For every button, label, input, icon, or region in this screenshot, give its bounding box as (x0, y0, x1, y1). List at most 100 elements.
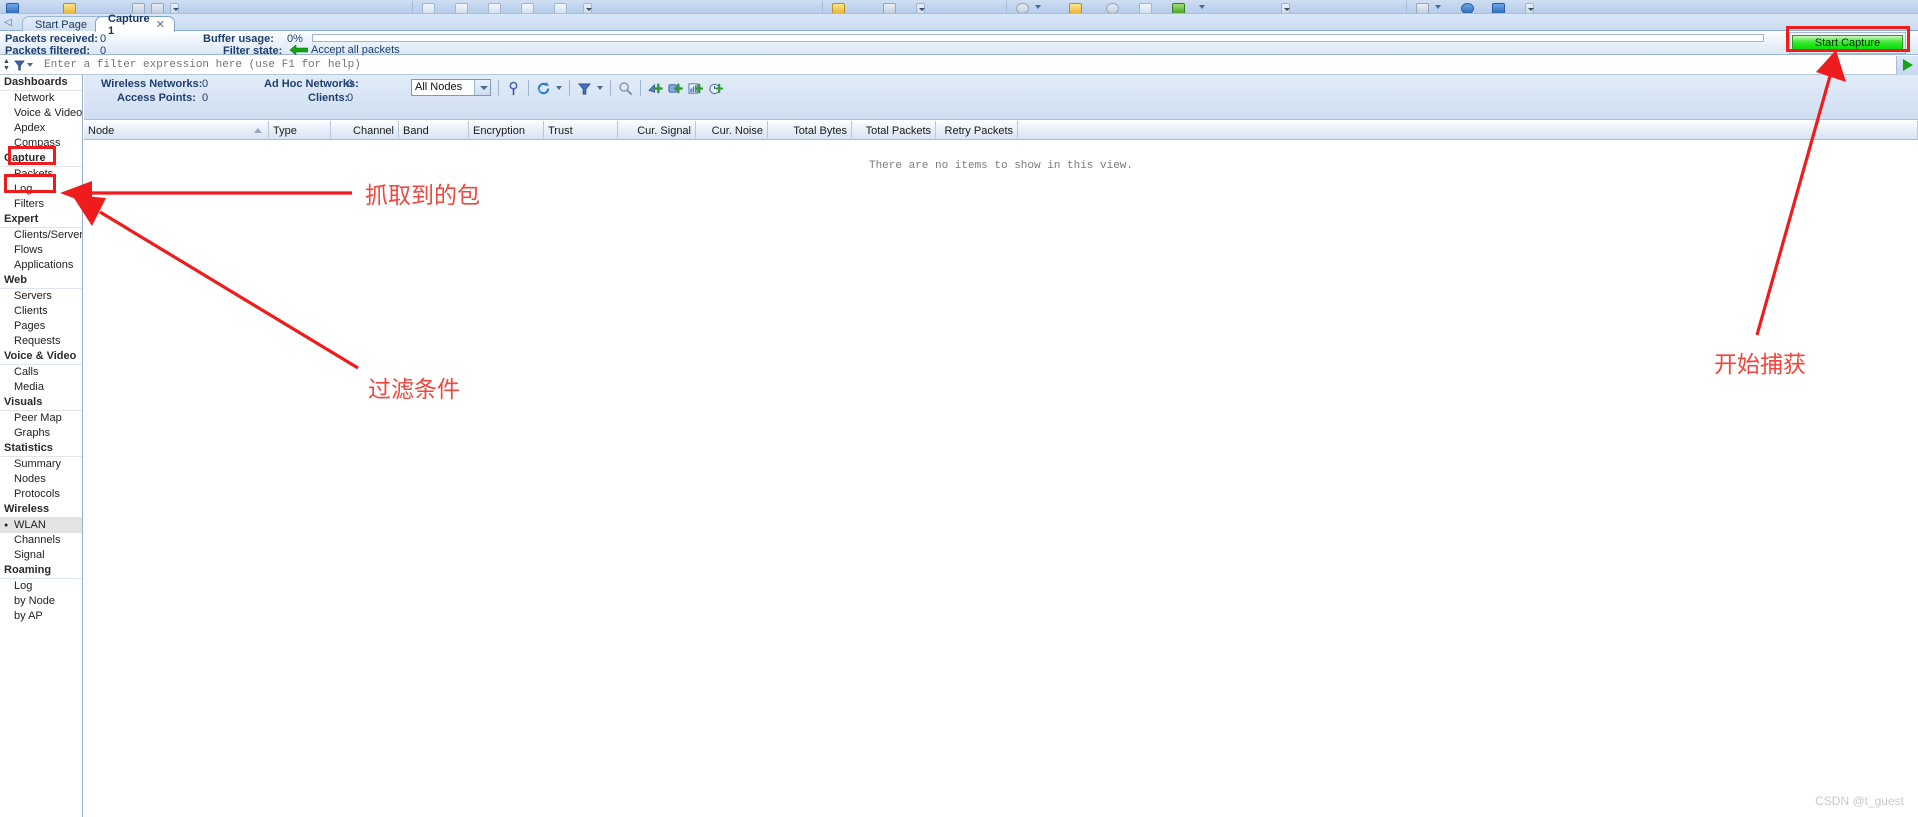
spinner-up-down-icon[interactable]: ▲ ▼ (1, 57, 12, 74)
sidebar-item-graphs[interactable]: Graphs (0, 426, 82, 441)
make-graph-icon[interactable] (688, 81, 703, 96)
sidebar-item-apdex[interactable]: Apdex (0, 121, 82, 136)
insert-node-icon[interactable] (648, 81, 663, 96)
help-icon[interactable] (1461, 3, 1474, 13)
column-header-cur-noise[interactable]: Cur. Noise (696, 121, 768, 140)
run-filter-button[interactable] (1896, 55, 1918, 75)
sidebar-item-calls[interactable]: Calls (0, 365, 82, 380)
save-icon[interactable] (63, 3, 76, 13)
funnel-icon (14, 60, 25, 70)
redo-icon[interactable] (151, 3, 164, 13)
sidebar-item-applications[interactable]: Applications (0, 258, 82, 273)
caret-down-icon[interactable] (1035, 5, 1041, 9)
refresh-dropdown-caret-icon[interactable] (556, 86, 562, 90)
column-header-channel[interactable]: Channel (331, 121, 399, 140)
column-header-label: Encryption (473, 124, 525, 137)
column-header-trust[interactable]: Trust (544, 121, 618, 140)
locate-node-icon[interactable] (506, 81, 521, 96)
toolbar-group-new[interactable] (422, 0, 592, 13)
column-header-cur-signal[interactable]: Cur. Signal (618, 121, 696, 140)
new-capture-icon[interactable] (422, 3, 435, 13)
sidebar-item-wlan[interactable]: WLAN (0, 518, 82, 533)
empty-state-message: There are no items to show in this view. (868, 160, 1134, 172)
panel-icon[interactable] (1139, 3, 1152, 13)
sidebar-item-compass[interactable]: Compass (0, 136, 82, 151)
info-icon[interactable] (1492, 3, 1505, 13)
new-page-icon[interactable] (554, 3, 567, 13)
node-filter-select[interactable]: All Nodes (411, 79, 491, 96)
toolbar-group-tools[interactable] (1016, 0, 1290, 13)
new-window-icon[interactable] (455, 3, 468, 13)
wlan-table-body: There are no items to show in this view. (84, 141, 1918, 817)
tab-scroll-left-icon[interactable]: ◁ (3, 17, 13, 29)
toolbar-group-file[interactable] (6, 0, 179, 13)
column-header-band[interactable]: Band (399, 121, 469, 140)
close-icon[interactable]: ✕ (156, 18, 165, 31)
toolbar-group-view[interactable] (832, 0, 925, 13)
start-capture-button[interactable]: Start Capture (1792, 35, 1903, 51)
alarm-icon[interactable] (708, 81, 723, 96)
page-icon[interactable] (883, 3, 896, 13)
sidebar-item-network[interactable]: Network (0, 91, 82, 106)
add-node-icon[interactable] (668, 81, 683, 96)
filter-funnel-button[interactable] (12, 57, 38, 74)
sidebar-item-by-node[interactable]: by Node (0, 594, 82, 609)
sidebar-item-packets[interactable]: Packets (0, 167, 82, 182)
sidebar-item-servers[interactable]: Servers (0, 289, 82, 304)
overflow-arrow-icon[interactable] (170, 3, 179, 13)
key-icon[interactable] (1069, 3, 1082, 13)
wlan-table-header[interactable]: Node Type Channel Band Encryption Trust Cur. S… (84, 121, 1918, 140)
refresh-icon[interactable] (1016, 3, 1029, 13)
new-doc-icon[interactable] (521, 3, 534, 13)
column-header-retry-packets[interactable]: Retry Packets (936, 121, 1018, 140)
clients-label: Clients: (308, 92, 349, 104)
caret-down-icon[interactable] (1435, 5, 1441, 9)
column-header-total-bytes[interactable]: Total Bytes (768, 121, 852, 140)
capture-status-band: Packets received: 0 Packets filtered: 0 … (0, 31, 1918, 57)
sidebar-item-requests[interactable]: Requests (0, 334, 82, 349)
chart-icon[interactable] (1172, 3, 1185, 13)
sidebar-item-channels[interactable]: Channels (0, 533, 82, 548)
column-header-encryption[interactable]: Encryption (469, 121, 544, 140)
sidebar-item-clients-servers[interactable]: Clients/Servers (0, 228, 82, 243)
sidebar-item-log[interactable]: Log (0, 182, 82, 197)
tab-start-page[interactable]: Start Page (22, 16, 106, 32)
sidebar-item-pages[interactable]: Pages (0, 319, 82, 334)
sidebar-item-filters[interactable]: Filters (0, 197, 82, 212)
toolbar-group-help[interactable] (1416, 0, 1534, 13)
sidebar-item-signal[interactable]: Signal (0, 548, 82, 563)
filter-dropdown-caret-icon[interactable] (597, 86, 603, 90)
column-header-node[interactable]: Node (84, 121, 269, 140)
overflow-arrow-icon[interactable] (916, 3, 925, 13)
caret-down-icon[interactable] (474, 80, 490, 95)
filter-input[interactable] (38, 56, 1896, 74)
sidebar-item-protocols[interactable]: Protocols (0, 487, 82, 502)
navigation-sidebar[interactable]: Dashboards Network Voice & Video Apdex Compa… (0, 75, 83, 817)
overflow-arrow-icon[interactable] (1281, 3, 1290, 13)
sidebar-item-peer-map[interactable]: Peer Map (0, 411, 82, 426)
window-icon[interactable] (1416, 3, 1429, 13)
sidebar-item-media[interactable]: Media (0, 380, 82, 395)
column-header-total-packets[interactable]: Total Packets (852, 121, 936, 140)
sidebar-item-voice-video[interactable]: Voice & Video (0, 106, 82, 121)
wireless-networks-label: Wireless Networks: (101, 78, 203, 90)
sidebar-item-clients[interactable]: Clients (0, 304, 82, 319)
new-file-icon[interactable] (488, 3, 501, 13)
globe-icon[interactable] (1106, 3, 1119, 13)
search-icon[interactable] (618, 81, 633, 96)
overflow-arrow-icon[interactable] (1525, 3, 1534, 13)
sidebar-item-flows[interactable]: Flows (0, 243, 82, 258)
caret-down-icon[interactable] (1199, 5, 1205, 9)
sidebar-item-by-ap[interactable]: by AP (0, 609, 82, 624)
sidebar-item-log[interactable]: Log (0, 579, 82, 594)
column-header-type[interactable]: Type (269, 121, 331, 140)
filter-icon[interactable] (577, 81, 592, 96)
open-icon[interactable] (6, 3, 19, 13)
caret-down-icon[interactable] (27, 63, 33, 67)
sidebar-item-nodes[interactable]: Nodes (0, 472, 82, 487)
refresh-icon[interactable] (536, 81, 551, 96)
sidebar-item-summary[interactable]: Summary (0, 457, 82, 472)
tab-capture-1[interactable]: Capture 1 ✕ (95, 13, 175, 37)
overflow-arrow-icon[interactable] (583, 3, 592, 13)
folder-icon[interactable] (832, 3, 845, 13)
